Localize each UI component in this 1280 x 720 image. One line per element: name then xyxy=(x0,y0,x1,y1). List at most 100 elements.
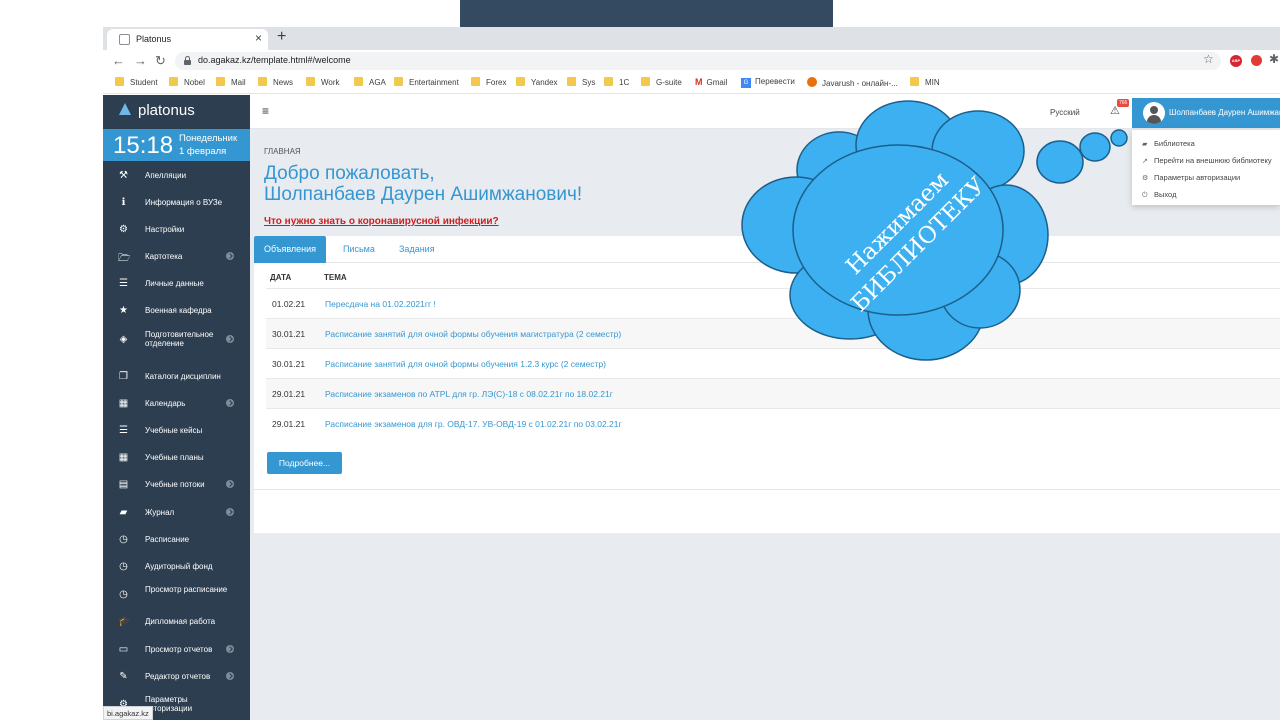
extension-icon[interactable] xyxy=(1251,55,1262,66)
folder-icon xyxy=(394,77,403,86)
folder-icon xyxy=(169,77,178,86)
sidebar-item-label: Учебные планы xyxy=(145,453,204,462)
bookmark-item[interactable]: Forex xyxy=(471,77,506,89)
sidebar-item[interactable]: ☰ Учебные кейсы xyxy=(103,417,250,444)
sidebar-item-label: Каталоги дисциплин xyxy=(145,372,221,381)
copy-icon: ❐ xyxy=(119,371,128,382)
bookmark-item[interactable]: Mail xyxy=(216,77,246,89)
sidebar-item[interactable]: 🗁 Картотека xyxy=(103,243,250,270)
power-icon: ⏻ xyxy=(1142,192,1148,199)
calendar-icon: ▦ xyxy=(118,398,129,409)
bookmark-item[interactable]: MIN xyxy=(910,77,940,89)
reload-icon[interactable]: ↻ xyxy=(155,53,166,69)
sidebar-item[interactable]: ▤ Учебные потоки xyxy=(103,471,250,498)
menu-item-auth-settings[interactable]: ⚙ Параметры авторизации xyxy=(1142,173,1240,182)
sidebar-item[interactable]: ⚙ Настройки xyxy=(103,216,250,243)
tab-announcements[interactable]: Объявления xyxy=(254,236,327,263)
row-topic-link[interactable]: Расписание экзаменов для гр. ОВД-17. УВ-… xyxy=(325,419,622,429)
sidebar-item[interactable]: ℹ Информация о ВУЗе xyxy=(103,189,250,216)
bookmark-item[interactable]: Work xyxy=(306,77,340,89)
user-menu-button[interactable]: Шолпанбаев Даурен Ашимжанович xyxy=(1132,98,1280,128)
bookmark-label: Work xyxy=(321,78,340,87)
bookmark-label: G-suite xyxy=(656,78,682,87)
covid-info-link[interactable]: Что нужно знать о коронавирусной инфекци… xyxy=(264,216,499,227)
translate-icon: G xyxy=(741,78,751,88)
address-bar[interactable]: do.agakaz.kz/template.html#/welcome xyxy=(175,52,1221,70)
tab-letters[interactable]: Письма xyxy=(333,236,385,263)
status-bar-url: bi.agakaz.kz xyxy=(103,706,153,720)
row-date: 01.02.21 xyxy=(272,299,306,309)
sidebar-item[interactable]: ◷ Аудиторный фонд xyxy=(103,553,250,580)
sidebar-item[interactable]: ▦ Календарь xyxy=(103,390,250,417)
more-button[interactable]: Подробнее... xyxy=(267,452,342,474)
platonus-logo[interactable]: platonus xyxy=(119,102,195,119)
forward-arrow-icon[interactable]: → xyxy=(134,53,147,68)
sidebar-item[interactable]: ▦ Учебные планы xyxy=(103,444,250,471)
folder-icon xyxy=(516,77,525,86)
sidebar-item[interactable]: ☰ Личные данные xyxy=(103,270,250,297)
sidebar-item-label: Журнал xyxy=(145,508,175,517)
row-topic-link[interactable]: Пересдача на 01.02.2021гг ! xyxy=(325,299,436,309)
clock-widget: 15:18 Понедельник 1 февраля xyxy=(103,129,250,161)
tab-tasks[interactable]: Задания xyxy=(389,236,445,263)
sidebar-item[interactable]: 🎓 Дипломная работа xyxy=(103,608,250,635)
sidebar-item[interactable]: ▭ Просмотр отчетов xyxy=(103,636,250,663)
sidebar-item-label: Апелляции xyxy=(145,171,187,180)
bookmark-item[interactable]: News xyxy=(258,77,293,89)
close-tab-icon[interactable]: × xyxy=(255,31,262,45)
platonus-logo-icon xyxy=(119,103,132,116)
bookmark-item[interactable]: Yandex xyxy=(516,77,558,89)
sidebar-item-label: Информация о ВУЗе xyxy=(145,198,223,207)
bookmark-item[interactable]: Student xyxy=(115,77,158,89)
edit-icon: ✎ xyxy=(119,671,128,682)
bookmark-item[interactable]: AGA xyxy=(354,77,386,89)
bookmark-item[interactable]: Nobel xyxy=(169,77,205,89)
bookmark-item[interactable]: Entertainment xyxy=(394,77,459,89)
sidebar-item[interactable]: ◷ Расписание xyxy=(103,526,250,553)
bookmark-item[interactable]: 1C xyxy=(604,77,629,89)
credit-card-icon: ▭ xyxy=(118,644,129,655)
folder-icon xyxy=(115,77,124,86)
browser-tab[interactable]: Platonus × xyxy=(107,29,268,50)
bookmark-label: Sys xyxy=(582,78,596,87)
menu-item-external-library[interactable]: ↗ Перейти на внешнюю библиотеку xyxy=(1142,156,1272,165)
cog-icon: ⚙ xyxy=(1142,175,1149,182)
menu-item-library[interactable]: ▰ Библиотека xyxy=(1142,139,1195,148)
new-tab-icon[interactable]: + xyxy=(277,28,286,46)
back-arrow-icon[interactable]: ← xyxy=(112,53,125,68)
folder-icon xyxy=(216,77,225,86)
url-text[interactable]: do.agakaz.kz/template.html#/welcome xyxy=(198,55,351,65)
avatar xyxy=(1143,102,1165,124)
menu-toggle-icon[interactable]: ≡ xyxy=(262,104,269,118)
sidebar-item[interactable]: ⚒ Апелляции xyxy=(103,162,250,189)
bookmark-item[interactable]: M Gmail xyxy=(695,77,727,89)
sidebar-item[interactable]: ★ Военная кафедра xyxy=(103,297,250,324)
adblock-extension-icon[interactable]: ABP xyxy=(1230,55,1242,67)
javarush-icon xyxy=(807,77,817,87)
chevron-right-icon xyxy=(226,252,234,260)
user-dropdown: ▰ Библиотека ↗ Перейти на внешнюю библиоте… xyxy=(1132,130,1280,205)
bookmark-item[interactable]: Sys xyxy=(567,77,595,89)
sidebar-item[interactable]: ◈ Подготовительное отделение xyxy=(103,326,250,353)
bookmark-item[interactable]: Javarush - онлайн-... xyxy=(807,77,898,89)
sidebar-item[interactable]: ✎ Редактор отчетов xyxy=(103,663,250,690)
star-icon: ★ xyxy=(119,305,128,316)
bookmark-item[interactable]: G Перевести xyxy=(741,77,795,89)
tab-title: Platonus xyxy=(136,34,172,44)
extensions-puzzle-icon[interactable]: ✱ xyxy=(1269,52,1279,66)
row-topic-link[interactable]: Расписание экзаменов по ATPL для гр. ЛЭ(… xyxy=(325,389,613,399)
sidebar-item-label: Военная кафедра xyxy=(145,306,212,315)
folder-icon xyxy=(567,77,576,86)
sidebar-item-label: Настройки xyxy=(145,225,185,234)
menu-item-logout[interactable]: ⏻ Выход xyxy=(1142,190,1176,200)
bookmark-star-icon[interactable]: ☆ xyxy=(1203,52,1214,66)
folder-icon xyxy=(306,77,315,86)
row-topic-link[interactable]: Расписание занятий для очной формы обуче… xyxy=(325,329,621,339)
thought-bubble-callout: Нажимаем БИБЛИОТЕКУ xyxy=(741,100,1128,361)
sidebar-item-label: Расписание xyxy=(145,535,190,544)
sidebar-item[interactable]: ❐ Каталоги дисциплин xyxy=(103,363,250,390)
sidebar-item[interactable]: ▰ Журнал xyxy=(103,499,250,526)
bookmark-item[interactable]: G-suite xyxy=(641,77,682,89)
row-topic-link[interactable]: Расписание занятий для очной формы обуче… xyxy=(325,359,606,369)
sidebar-item[interactable]: ◷ Просмотр расписание xyxy=(103,581,250,608)
